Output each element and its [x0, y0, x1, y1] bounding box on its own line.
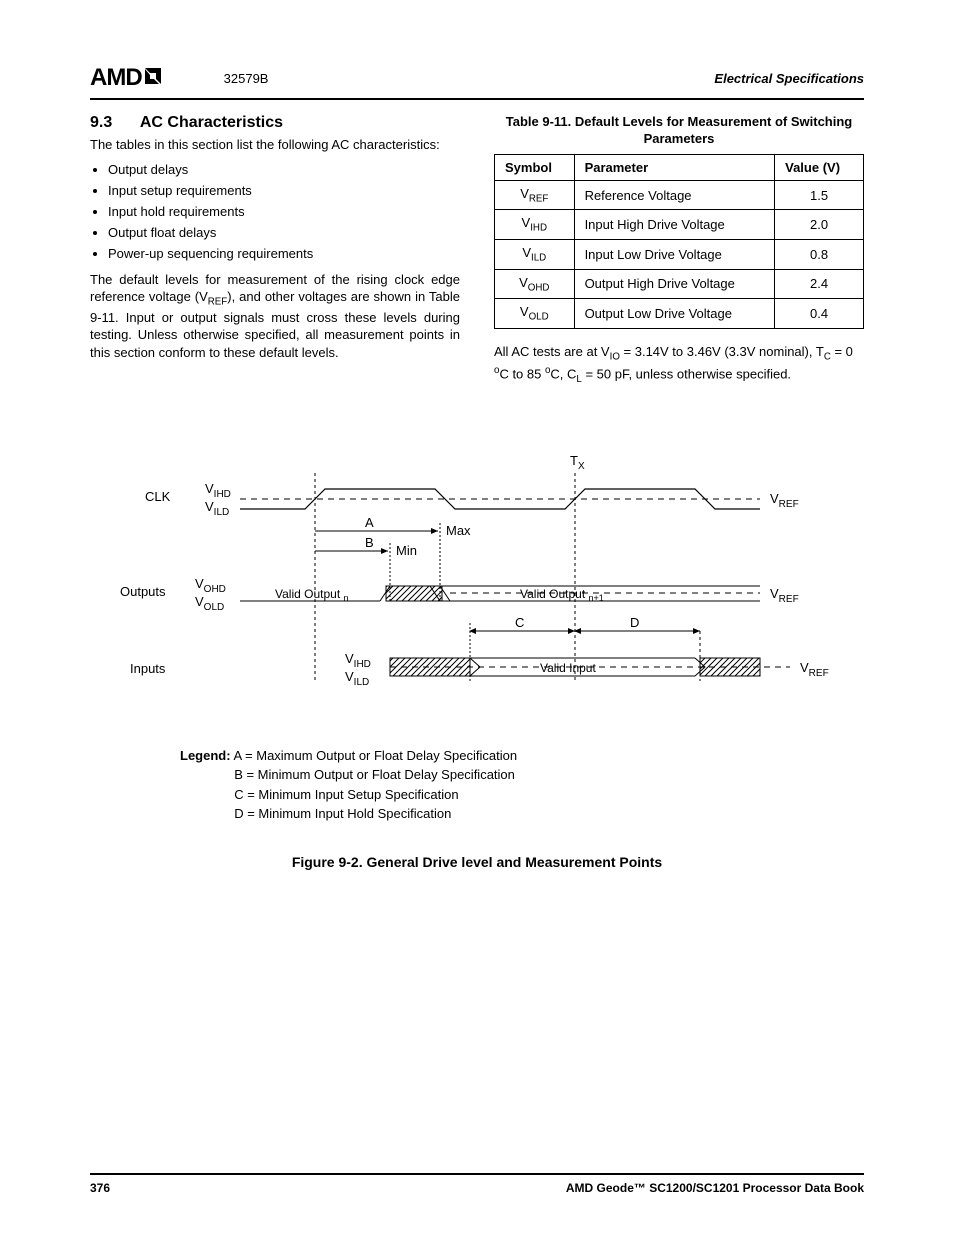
default-levels-paragraph: The default levels for measurement of th… — [90, 271, 460, 362]
figure-caption: Figure 9-2. General Drive level and Meas… — [90, 854, 864, 870]
svg-text:VREF: VREF — [770, 491, 799, 510]
svg-text:D: D — [630, 615, 639, 630]
table-row: VILD Input Low Drive Voltage 0.8 — [495, 239, 864, 269]
section-title-header: Electrical Specifications — [714, 71, 864, 86]
svg-text:Valid Output n: Valid Output n — [275, 587, 349, 603]
page-header: AMD 32579B Electrical Specifications — [90, 64, 864, 100]
list-item: Input hold requirements — [108, 204, 460, 219]
svg-text:Outputs: Outputs — [120, 584, 166, 599]
svg-text:VILD: VILD — [345, 669, 369, 688]
svg-text:Inputs: Inputs — [130, 661, 166, 676]
table-caption: Table 9-11. Default Levels for Measureme… — [494, 114, 864, 148]
list-item: Input setup requirements — [108, 183, 460, 198]
page-number: 376 — [90, 1181, 110, 1195]
table-header: Symbol — [495, 154, 575, 180]
intro-paragraph: The tables in this section list the foll… — [90, 136, 460, 154]
svg-text:TX: TX — [570, 453, 585, 472]
table-row: VREF Reference Voltage 1.5 — [495, 180, 864, 210]
svg-text:Valid Input: Valid Input — [540, 661, 596, 675]
svg-text:VIHD: VIHD — [205, 481, 231, 500]
section-title: AC Characteristics — [140, 114, 283, 131]
svg-text:VOLD: VOLD — [195, 594, 224, 613]
svg-text:VILD: VILD — [205, 499, 229, 518]
svg-text:Valid Output n+1: Valid Output n+1 — [520, 587, 604, 603]
section-heading: 9.3 AC Characteristics — [90, 114, 460, 132]
svg-text:B: B — [365, 535, 374, 550]
table-row: VOHD Output High Drive Voltage 2.4 — [495, 269, 864, 299]
doc-number: 32579B — [224, 71, 269, 86]
list-item: Output delays — [108, 162, 460, 177]
svg-text:VREF: VREF — [770, 586, 799, 605]
timing-diagram: TX CLK VIHD VILD VREF A Max B Min — [90, 451, 864, 870]
svg-text:VIHD: VIHD — [345, 651, 371, 670]
levels-table: Symbol Parameter Value (V) VREF Referenc… — [494, 154, 864, 329]
ac-test-note: All AC tests are at VIO = 3.14V to 3.46V… — [494, 343, 864, 388]
figure-legend: Legend: A = Maximum Output or Float Dela… — [180, 746, 864, 824]
svg-text:VREF: VREF — [800, 660, 829, 679]
book-title: AMD Geode™ SC1200/SC1201 Processor Data … — [566, 1181, 864, 1195]
table-header: Value (V) — [775, 154, 864, 180]
svg-text:CLK: CLK — [145, 489, 171, 504]
amd-logo: AMD — [90, 64, 164, 92]
section-number: 9.3 — [90, 114, 136, 132]
table-header: Parameter — [574, 154, 775, 180]
amd-arrow-icon — [144, 64, 164, 92]
table-row: VIHD Input High Drive Voltage 2.0 — [495, 210, 864, 240]
svg-text:Max: Max — [446, 523, 471, 538]
svg-text:VOHD: VOHD — [195, 576, 226, 595]
svg-text:Min: Min — [396, 543, 417, 558]
table-row: VOLD Output Low Drive Voltage 0.4 — [495, 299, 864, 329]
list-item: Output float delays — [108, 225, 460, 240]
svg-text:C: C — [515, 615, 524, 630]
list-item: Power-up sequencing requirements — [108, 246, 460, 261]
page-footer: 376 AMD Geode™ SC1200/SC1201 Processor D… — [90, 1173, 864, 1195]
svg-text:A: A — [365, 515, 374, 530]
legend-label: Legend: — [180, 748, 231, 763]
characteristics-list: Output delays Input setup requirements I… — [108, 162, 460, 261]
logo-text: AMD — [90, 64, 142, 92]
